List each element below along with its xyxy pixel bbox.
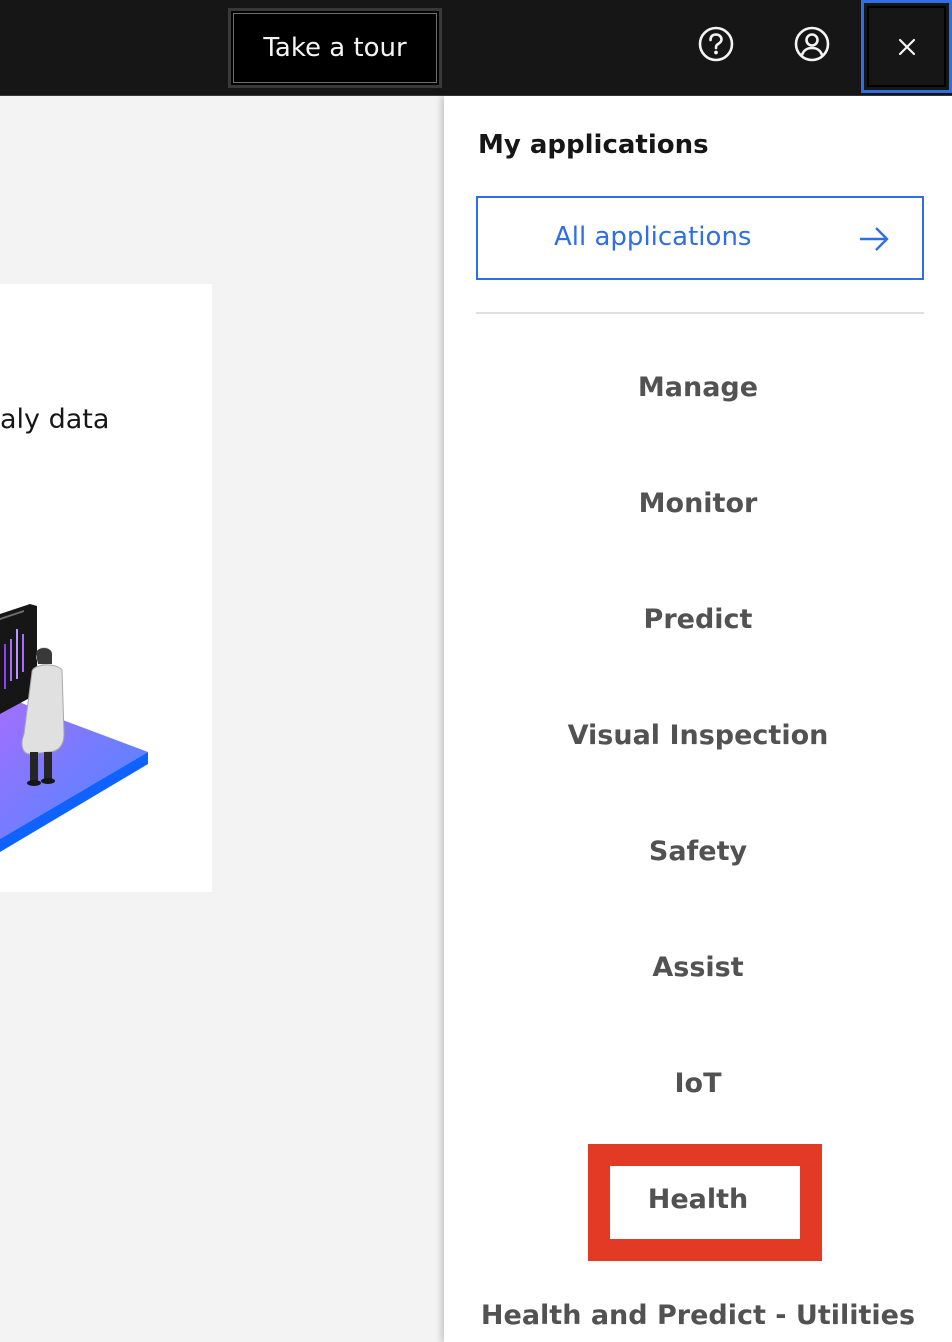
app-link-assist[interactable]: Assist [444, 952, 952, 983]
close-panel-button[interactable] [861, 0, 952, 93]
illustration-image [0, 604, 148, 852]
all-applications-button[interactable]: All applications [476, 196, 924, 280]
all-applications-label: All applications [554, 222, 752, 252]
user-avatar-icon[interactable] [792, 24, 832, 64]
app-link-monitor[interactable]: Monitor [444, 488, 952, 519]
app-link-manage[interactable]: Manage [444, 372, 952, 403]
arrow-right-icon [860, 227, 889, 251]
close-icon [898, 38, 915, 55]
card-text: aly data [0, 404, 110, 435]
help-icon[interactable] [696, 24, 736, 64]
app-link-safety[interactable]: Safety [444, 836, 952, 867]
app-link-iot[interactable]: IoT [444, 1068, 952, 1099]
highlight-box [588, 1144, 822, 1261]
applications-panel: My applications All applications Manage … [444, 96, 952, 1342]
panel-title: My applications [478, 130, 709, 160]
divider [476, 312, 924, 314]
app-link-health-and-predict-utilities[interactable]: Health and Predict - Utilities [444, 1300, 952, 1331]
app-link-predict[interactable]: Predict [444, 604, 952, 635]
app-link-visual-inspection[interactable]: Visual Inspection [444, 720, 952, 751]
take-a-tour-button[interactable]: Take a tour [228, 8, 442, 88]
welcome-card: aly data [0, 284, 212, 892]
top-header: Take a tour [0, 0, 952, 96]
